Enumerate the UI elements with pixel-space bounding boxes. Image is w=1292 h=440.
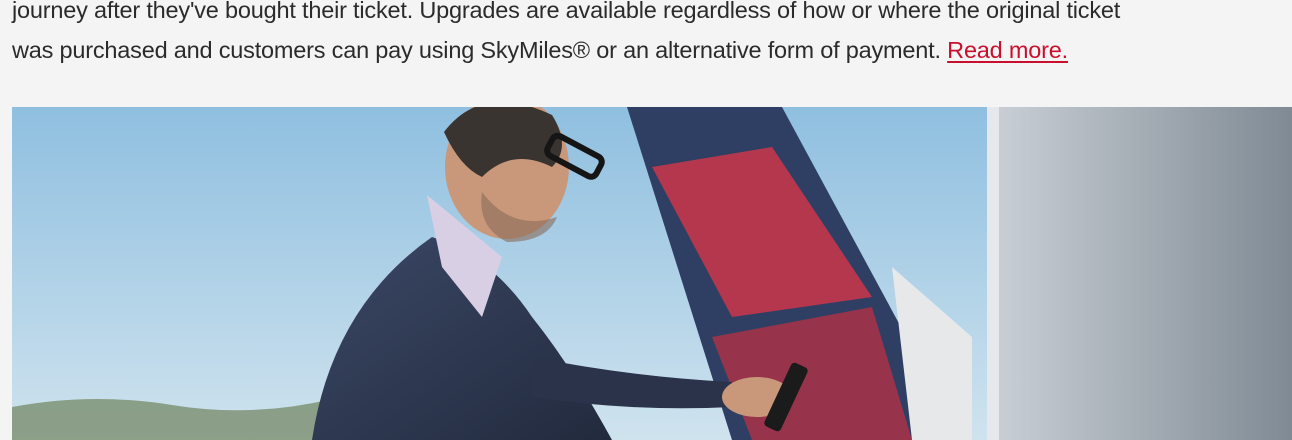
- window-mullion: [987, 107, 999, 440]
- article-intro: journey after they've bought their ticke…: [12, 0, 1282, 70]
- interior-wall: [999, 107, 1292, 440]
- read-more-link[interactable]: Read more.: [947, 37, 1068, 63]
- hero-photo-illustration: [12, 107, 1292, 440]
- article-text-line-1: journey after they've bought their ticke…: [12, 0, 1121, 23]
- hero-image: [12, 107, 1292, 440]
- article-text-line-2: was purchased and customers can pay usin…: [12, 37, 941, 63]
